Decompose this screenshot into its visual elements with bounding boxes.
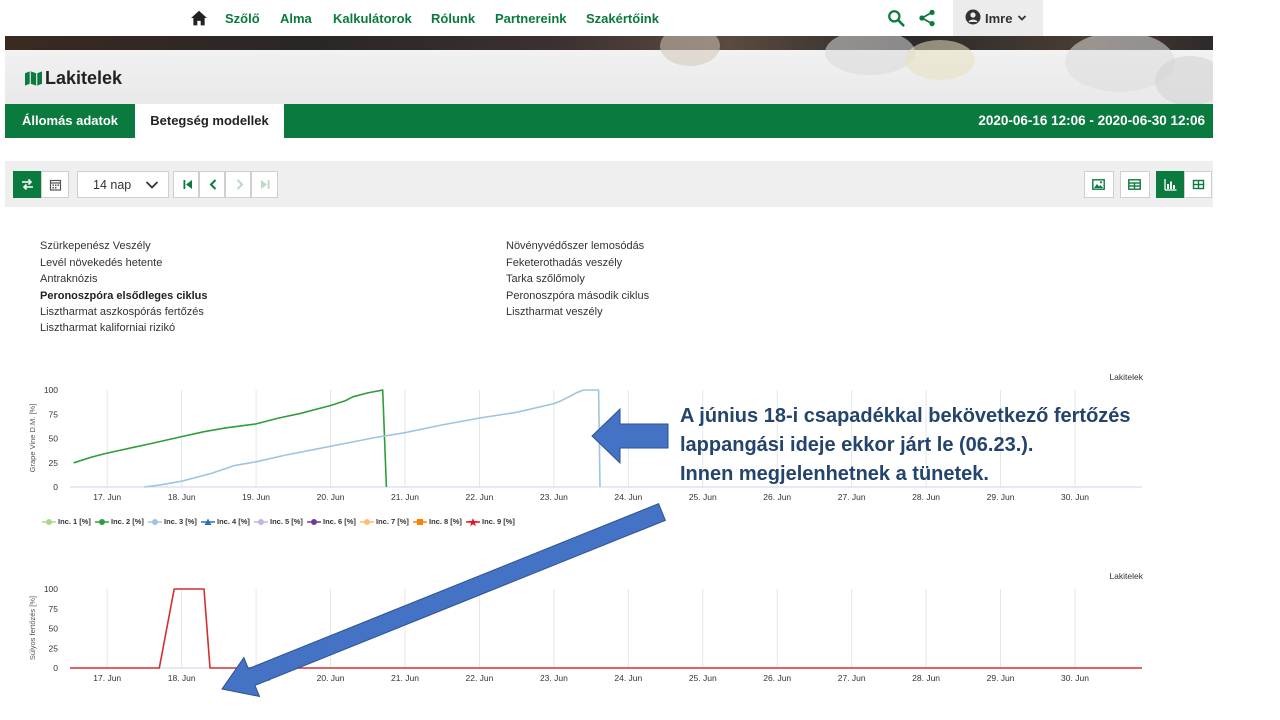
x-tick-label: 23. Jun — [540, 673, 568, 683]
x-tick-label: 18. Jun — [168, 492, 196, 502]
x-tick-label: 25. Jun — [689, 673, 717, 683]
legend-label: Inc. 7 [%] — [376, 517, 409, 526]
app-root: Szőlő Alma Kalkulátorok Rólunk Partnerei… — [0, 0, 1280, 720]
chart-station-label: Lakitelek — [1109, 372, 1143, 382]
x-tick-label: 22. Jun — [465, 673, 493, 683]
x-tick-label: 24. Jun — [614, 673, 642, 683]
annotation-text: A június 18-i csapadékkal bekövetkező fe… — [680, 402, 1240, 489]
legend-marker-icon — [360, 519, 374, 525]
x-tick-label: 26. Jun — [763, 673, 791, 683]
legend-label: Inc. 9 [%] — [482, 517, 515, 526]
annotation-line: A június 18-i csapadékkal bekövetkező fe… — [680, 405, 1131, 427]
legend-label: Inc. 2 [%] — [111, 517, 144, 526]
legend-label: Inc. 6 [%] — [323, 517, 356, 526]
y-tick-label: 100 — [44, 584, 58, 594]
charts-area: 0 25 50 75 100 17. Jun 18. Jun 19. Jun 20. Jun 21… — [28, 372, 1144, 683]
y-tick-label: 50 — [49, 434, 59, 444]
x-tick-label: 19. Jun — [242, 492, 270, 502]
chart-station-label: Lakitelek — [1109, 571, 1143, 581]
y-tick-label: 0 — [53, 663, 58, 673]
x-tick-label: 28. Jun — [912, 673, 940, 683]
y-tick-label: 25 — [49, 643, 59, 653]
x-tick-label: 24. Jun — [614, 492, 642, 502]
y-tick-label: 100 — [44, 385, 58, 395]
x-tick-label: 23. Jun — [540, 492, 568, 502]
series-line — [144, 389, 601, 488]
legend-marker-icon — [254, 519, 268, 525]
x-tick-label: 27. Jun — [838, 673, 866, 683]
x-tick-label: 29. Jun — [987, 492, 1015, 502]
y-axis-label: Grape Vine D.M. [%] — [28, 404, 37, 473]
x-tick-label: 20. Jun — [317, 492, 345, 502]
x-tick-label: 17. Jun — [93, 673, 121, 683]
x-tick-label: 18. Jun — [168, 673, 196, 683]
legend-marker-icon — [201, 518, 215, 525]
legend-marker-icon — [466, 518, 480, 527]
annotation-line: Innen megjelenhetnek a tünetek. — [680, 463, 989, 485]
series-line — [70, 588, 1142, 669]
x-tick-label: 19. Jun — [242, 673, 270, 683]
legend-marker-icon — [148, 519, 162, 525]
x-tick-label: 29. Jun — [987, 673, 1015, 683]
legend-marker-icon — [42, 519, 56, 525]
annotation-line: lappangási ideje ekkor járt le (06.23.). — [680, 434, 1034, 456]
x-tick-label: 25. Jun — [689, 492, 717, 502]
y-tick-label: 0 — [53, 482, 58, 492]
y-tick-label: 25 — [49, 458, 59, 468]
legend-marker-icon — [413, 519, 427, 525]
chart-2: 0 25 50 75 100 17. Jun 18. Jun 19. Jun 20. Jun 21… — [28, 571, 1144, 683]
y-axis-label: Súlyos fertőzés [%] — [28, 596, 37, 660]
legend-label: Inc. 5 [%] — [270, 517, 303, 526]
legend-marker-icon — [307, 519, 321, 525]
series-line — [73, 389, 388, 488]
x-tick-label: 20. Jun — [317, 673, 345, 683]
x-tick-label: 28. Jun — [912, 492, 940, 502]
x-tick-label: 30. Jun — [1061, 673, 1089, 683]
y-tick-label: 50 — [49, 624, 59, 634]
x-tick-label: 21. Jun — [391, 673, 419, 683]
x-tick-label: 27. Jun — [838, 492, 866, 502]
x-tick-label: 17. Jun — [93, 492, 121, 502]
x-tick-label: 26. Jun — [763, 492, 791, 502]
x-tick-label: 21. Jun — [391, 492, 419, 502]
x-tick-label: 22. Jun — [465, 492, 493, 502]
legend-label: Inc. 8 [%] — [429, 517, 462, 526]
x-tick-label: 30. Jun — [1061, 492, 1089, 502]
legend-label: Inc. 1 [%] — [58, 517, 91, 526]
legend-label: Inc. 3 [%] — [164, 517, 197, 526]
y-tick-label: 75 — [49, 409, 59, 419]
legend-label: Inc. 4 [%] — [217, 517, 250, 526]
legend-marker-icon — [95, 519, 109, 525]
y-tick-label: 75 — [49, 604, 59, 614]
